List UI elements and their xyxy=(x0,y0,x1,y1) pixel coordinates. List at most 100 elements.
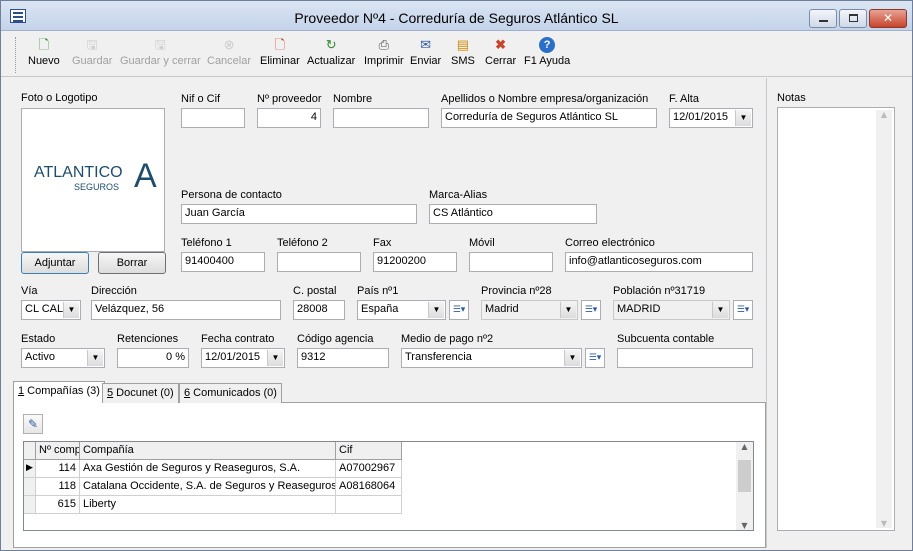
apellidos-label: Apellidos o Nombre empresa/organización xyxy=(441,93,649,105)
cp-field[interactable]: 28008 xyxy=(293,300,345,320)
tel2-label: Teléfono 2 xyxy=(277,237,328,249)
table-row[interactable]: A08168064 xyxy=(336,478,402,496)
adjuntar-button[interactable]: Adjuntar xyxy=(21,252,89,274)
estado-label: Estado xyxy=(21,333,56,345)
logo-image[interactable]: ATLANTICO SEGUROS A xyxy=(21,108,165,252)
close-window-button[interactable]: ✕ xyxy=(869,9,907,28)
mediopago-select[interactable]: Transferencia ▼ xyxy=(401,348,582,368)
sms-button[interactable]: ▤ SMS xyxy=(451,37,475,67)
guardar-cerrar-button[interactable]: 🖫 Guardar y cerrar xyxy=(120,37,201,67)
table-row[interactable]: Axa Gestión de Seguros y Reaseguros, S.A… xyxy=(80,460,336,478)
nprov-field[interactable]: 4 xyxy=(257,108,321,128)
imprimir-button[interactable]: ⎙ Imprimir xyxy=(364,37,404,67)
chevron-down-icon[interactable]: ▼ xyxy=(428,302,444,318)
table-row[interactable]: Liberty xyxy=(80,496,336,514)
chevron-down-icon[interactable]: ▼ xyxy=(267,350,283,366)
cerrar-button[interactable]: ✖ Cerrar xyxy=(485,37,516,67)
table-row[interactable]: 615 xyxy=(36,496,80,514)
chevron-down-icon[interactable]: ▼ xyxy=(564,350,580,366)
tab-docunet[interactable]: 5 Docunet (0) xyxy=(102,383,179,403)
mediopago-lookup-button[interactable]: ☰▾ xyxy=(585,348,605,368)
row-selector[interactable] xyxy=(24,496,36,514)
tab-companias[interactable]: 1 Compañías (3) xyxy=(13,381,105,403)
chevron-down-icon[interactable]: ▼ xyxy=(560,302,576,318)
pais-lookup-button[interactable]: ☰▾ xyxy=(449,300,469,320)
retenciones-field[interactable]: 0 % xyxy=(117,348,189,368)
maximize-button[interactable] xyxy=(839,9,867,28)
movil-field[interactable] xyxy=(469,252,553,272)
pais-label: País nº1 xyxy=(357,285,399,297)
via-select[interactable]: CL CAL ▼ xyxy=(21,300,81,320)
contacto-field[interactable]: Juan García xyxy=(181,204,417,224)
chevron-down-icon[interactable]: ▼ xyxy=(735,110,751,126)
grid-header-ncomp[interactable]: Nº comp xyxy=(36,442,80,460)
minimize-button[interactable] xyxy=(809,9,837,28)
printer-icon: ⎙ xyxy=(378,37,390,52)
provincia-label: Provincia nº28 xyxy=(481,285,552,297)
guardar-button[interactable]: 🖫 Guardar xyxy=(72,37,112,67)
ayuda-button[interactable]: ? F1 Ayuda xyxy=(524,37,570,67)
eliminar-button[interactable]: 🗋 Eliminar xyxy=(260,37,300,67)
falta-field[interactable]: 12/01/2015 ▼ xyxy=(669,108,753,128)
apellidos-field[interactable]: Correduría de Seguros Atlántico SL xyxy=(441,108,657,128)
table-row[interactable] xyxy=(336,496,402,514)
provincia-select[interactable]: Madrid ▼ xyxy=(481,300,578,320)
cancel-icon: ⊗ xyxy=(223,37,235,52)
nombre-field[interactable] xyxy=(333,108,429,128)
correo-field[interactable]: info@atlanticoseguros.com xyxy=(565,252,753,272)
scroll-down-icon[interactable]: ▼ xyxy=(736,521,753,530)
poblacion-label: Población nº31719 xyxy=(613,285,706,297)
codagencia-field[interactable]: 9312 xyxy=(297,348,389,368)
table-row[interactable]: A07002967 xyxy=(336,460,402,478)
edit-button[interactable]: ✎ xyxy=(23,414,43,434)
enviar-button[interactable]: ✉ Enviar xyxy=(410,37,441,67)
poblacion-select[interactable]: MADRID ▼ xyxy=(613,300,730,320)
marca-field[interactable]: CS Atlántico xyxy=(429,204,597,224)
tel1-field[interactable]: 91400400 xyxy=(181,252,265,272)
provincia-lookup-button[interactable]: ☰▾ xyxy=(581,300,601,320)
send-icon: ✉ xyxy=(420,37,432,52)
table-row[interactable]: 118 xyxy=(36,478,80,496)
fax-field[interactable]: 91200200 xyxy=(373,252,457,272)
estado-select[interactable]: Activo ▼ xyxy=(21,348,105,368)
chevron-down-icon[interactable]: ▼ xyxy=(63,302,79,318)
nuevo-button[interactable]: 🗋 Nuevo xyxy=(28,37,60,67)
maximize-icon xyxy=(849,14,858,22)
notas-textarea[interactable]: ▲ ▼ xyxy=(777,107,895,531)
row-selector[interactable] xyxy=(24,478,36,496)
subcuenta-field[interactable] xyxy=(617,348,753,368)
contacto-label: Persona de contacto xyxy=(181,189,282,201)
grid-header-compania[interactable]: Compañía xyxy=(80,442,336,460)
vertical-divider[interactable] xyxy=(766,78,767,548)
actualizar-button[interactable]: ↻ Actualizar xyxy=(307,37,355,67)
tel1-label: Teléfono 1 xyxy=(181,237,232,249)
cancelar-button[interactable]: ⊗ Cancelar xyxy=(207,37,251,67)
table-row[interactable]: Catalana Occidente, S.A. de Seguros y Re… xyxy=(80,478,336,496)
grid-scrollbar[interactable]: ▲ ▼ xyxy=(736,442,753,530)
tel2-field[interactable] xyxy=(277,252,361,272)
row-selector-icon[interactable]: ▶ xyxy=(24,460,36,478)
nombre-label: Nombre xyxy=(333,93,373,105)
fcontrato-field[interactable]: 12/01/2015 ▼ xyxy=(201,348,285,368)
direccion-field[interactable]: Velázquez, 56 xyxy=(91,300,281,320)
poblacion-lookup-button[interactable]: ☰▾ xyxy=(733,300,753,320)
grid-header-cif[interactable]: Cif xyxy=(336,442,402,460)
borrar-button[interactable]: Borrar xyxy=(98,252,166,274)
scroll-up-icon[interactable]: ▲ xyxy=(736,442,753,451)
falta-label: F. Alta xyxy=(669,93,699,105)
chevron-down-icon[interactable]: ▼ xyxy=(712,302,728,318)
toolbar-grip[interactable] xyxy=(15,37,18,73)
table-row[interactable]: 114 xyxy=(36,460,80,478)
scroll-down-icon[interactable]: ▼ xyxy=(876,519,892,528)
pais-select[interactable]: España ▼ xyxy=(357,300,446,320)
fax-label: Fax xyxy=(373,237,392,249)
logo-sub: SEGUROS xyxy=(74,182,120,192)
notas-scrollbar[interactable]: ▲ ▼ xyxy=(876,110,892,528)
nif-field[interactable] xyxy=(181,108,245,128)
tab-comunicados[interactable]: 6 Comunicados (0) xyxy=(179,383,282,403)
fcontrato-label: Fecha contrato xyxy=(201,333,275,345)
scroll-thumb[interactable] xyxy=(738,460,751,492)
chevron-down-icon[interactable]: ▼ xyxy=(87,350,103,366)
scroll-up-icon[interactable]: ▲ xyxy=(876,110,892,119)
edit-icon: ✎ xyxy=(27,417,39,431)
